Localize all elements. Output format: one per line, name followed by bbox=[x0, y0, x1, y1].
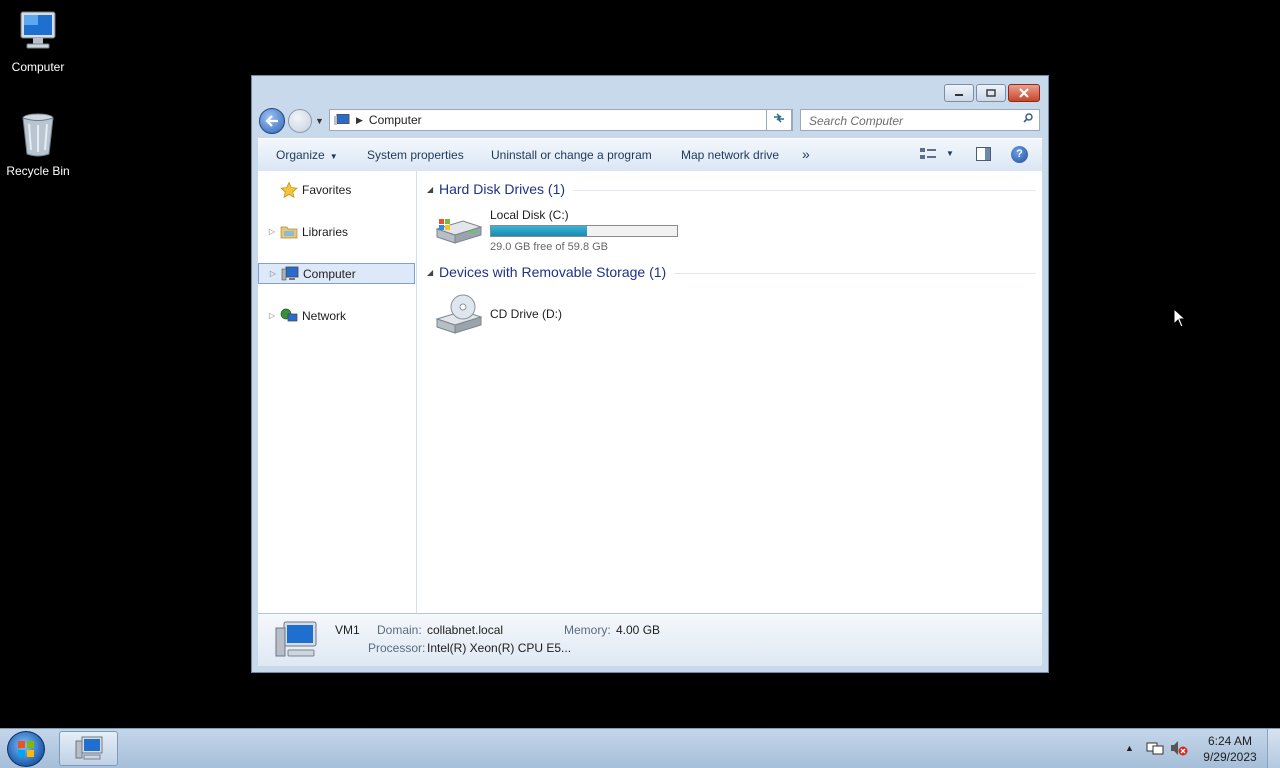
computer-icon bbox=[334, 114, 350, 125]
volume-muted-icon[interactable] bbox=[1170, 740, 1188, 756]
maximize-icon bbox=[986, 89, 996, 97]
drive-label: CD Drive (D:) bbox=[490, 307, 562, 321]
desktop-icon-label: Computer bbox=[11, 60, 65, 74]
group-title: Hard Disk Drives (1) bbox=[439, 181, 566, 197]
minimize-button[interactable] bbox=[944, 84, 974, 102]
drive-free-space: 29.0 GB free of 59.8 GB bbox=[490, 241, 609, 253]
drive-usage-bar bbox=[490, 225, 678, 237]
windows-logo-icon bbox=[18, 741, 34, 757]
expand-icon[interactable]: ▷ bbox=[266, 311, 278, 320]
memory-label: Memory: bbox=[564, 623, 611, 637]
collapse-icon[interactable]: ◢ bbox=[427, 185, 439, 194]
computer-icon bbox=[281, 266, 299, 280]
search-box[interactable] bbox=[800, 109, 1040, 131]
domain-value: collabnet.local bbox=[427, 623, 504, 637]
star-icon bbox=[280, 181, 298, 198]
uninstall-program-button[interactable]: Uninstall or change a program bbox=[491, 148, 652, 162]
system-properties-button[interactable]: System properties bbox=[367, 148, 464, 162]
refresh-icon bbox=[774, 113, 784, 123]
map-network-drive-button[interactable]: Map network drive bbox=[681, 148, 779, 162]
navigation-pane: Favorites ▷ Libraries ▷ Computer ▷ Netwo… bbox=[258, 171, 417, 613]
address-bar[interactable]: ▶ Computer ▼ bbox=[329, 109, 793, 131]
window-controls bbox=[942, 84, 1040, 102]
help-icon[interactable]: ? bbox=[1011, 146, 1028, 163]
title-bar[interactable] bbox=[252, 76, 1048, 108]
clock-date[interactable]: 9/29/2023 bbox=[1195, 750, 1265, 764]
processor-label: Processor: bbox=[368, 641, 426, 655]
desktop-icon-label: Recycle Bin bbox=[6, 164, 70, 178]
content-pane: ◢ Hard Disk Drives (1) Local Disk (C:) 2… bbox=[417, 171, 1042, 613]
back-arrow-icon bbox=[265, 115, 278, 127]
drive-label: Local Disk (C:) bbox=[490, 208, 569, 222]
organize-label: Organize bbox=[276, 148, 325, 162]
libraries-icon bbox=[280, 226, 298, 238]
search-icon[interactable] bbox=[1023, 113, 1033, 123]
change-view-icon[interactable] bbox=[919, 146, 937, 162]
nav-item-label: Computer bbox=[303, 266, 356, 281]
expand-icon[interactable]: ▷ bbox=[266, 227, 278, 236]
hard-drive-icon bbox=[435, 219, 483, 244]
computer-icon bbox=[20, 11, 56, 49]
nav-item-network[interactable]: ▷ Network bbox=[258, 305, 415, 326]
navigation-row: ▼ ▶ Computer ▼ bbox=[258, 108, 1042, 134]
memory-value: 4.00 GB bbox=[616, 623, 661, 637]
organize-menu[interactable]: Organize ▼ bbox=[276, 148, 338, 162]
group-title: Devices with Removable Storage (1) bbox=[439, 264, 667, 280]
clock-time[interactable]: 6:24 AM bbox=[1195, 734, 1265, 748]
nav-item-favorites[interactable]: Favorites bbox=[258, 179, 415, 200]
show-hidden-icons-button[interactable]: ▲ bbox=[1125, 743, 1134, 753]
group-divider bbox=[674, 272, 1036, 274]
recent-pages-dropdown[interactable]: ▼ bbox=[315, 116, 324, 126]
computer-icon bbox=[275, 621, 317, 657]
maximize-button[interactable] bbox=[976, 84, 1006, 102]
explorer-body: Favorites ▷ Libraries ▷ Computer ▷ Netwo… bbox=[258, 171, 1042, 613]
computer-name: VM1 bbox=[335, 623, 360, 637]
breadcrumb-computer[interactable]: Computer bbox=[369, 113, 422, 127]
desktop-recycle-bin-icon[interactable]: Recycle Bin bbox=[0, 110, 76, 178]
command-bar: Organize ▼ System properties Uninstall or… bbox=[258, 138, 1042, 172]
close-button[interactable] bbox=[1008, 84, 1040, 102]
minimize-icon bbox=[955, 94, 963, 96]
breadcrumb-separator-icon[interactable]: ▶ bbox=[356, 115, 363, 126]
explorer-window: ▼ ▶ Computer ▼ Organize ▼ System properti… bbox=[251, 75, 1049, 673]
details-pane: VM1 Domain: collabnet.local Memory: 4.00… bbox=[258, 613, 1042, 666]
recycle-bin-icon bbox=[22, 113, 54, 157]
collapse-icon[interactable]: ◢ bbox=[427, 268, 439, 277]
nav-item-label: Libraries bbox=[302, 224, 349, 239]
chevron-down-icon: ▼ bbox=[329, 152, 338, 161]
drive-usage-fill bbox=[491, 226, 587, 236]
computer-icon bbox=[75, 736, 103, 760]
nav-item-label: Favorites bbox=[302, 182, 352, 197]
network-icon bbox=[280, 308, 298, 321]
view-options-chevron-icon[interactable]: ▼ bbox=[946, 149, 954, 158]
processor-value: Intel(R) Xeon(R) CPU E5... bbox=[427, 641, 572, 655]
show-desktop-button[interactable] bbox=[1267, 729, 1280, 768]
refresh-button[interactable] bbox=[766, 109, 792, 131]
nav-item-computer[interactable]: ▷ Computer bbox=[258, 263, 415, 284]
taskbar: ▲ 6:24 AM 9/29/2023 bbox=[0, 728, 1280, 768]
close-icon bbox=[1019, 88, 1029, 98]
taskbar-explorer-button[interactable] bbox=[59, 731, 118, 766]
nav-item-libraries[interactable]: ▷ Libraries bbox=[258, 221, 415, 242]
nav-item-label: Network bbox=[302, 308, 347, 323]
group-header-removable-storage[interactable]: ◢ Devices with Removable Storage (1) bbox=[427, 262, 1036, 282]
cd-drive-icon bbox=[435, 294, 483, 334]
group-header-hard-disk-drives[interactable]: ◢ Hard Disk Drives (1) bbox=[427, 179, 1036, 199]
mouse-cursor-icon bbox=[1173, 308, 1187, 328]
start-button[interactable] bbox=[7, 731, 45, 767]
desktop-computer-icon[interactable]: Computer bbox=[0, 8, 76, 74]
expand-icon[interactable]: ▷ bbox=[267, 269, 279, 278]
more-commands-button[interactable]: » bbox=[802, 146, 810, 162]
forward-button[interactable] bbox=[288, 109, 312, 133]
preview-pane-icon[interactable] bbox=[976, 147, 991, 161]
domain-label: Domain: bbox=[377, 623, 422, 637]
group-divider bbox=[573, 189, 1036, 191]
search-input[interactable] bbox=[807, 111, 1011, 131]
network-tray-icon[interactable] bbox=[1146, 740, 1164, 756]
back-button[interactable] bbox=[259, 108, 285, 134]
